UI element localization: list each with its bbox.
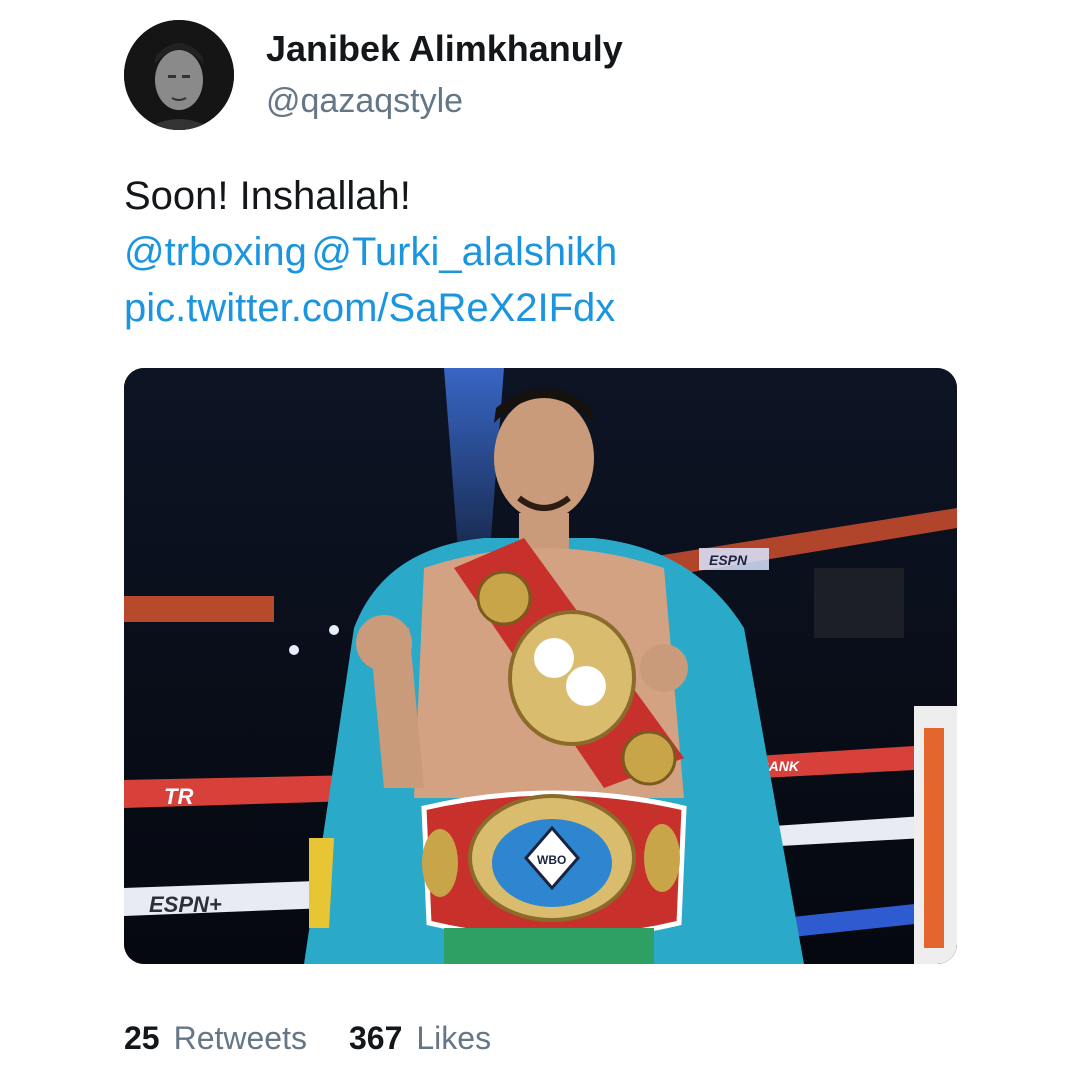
display-name[interactable]: Janibek Alimkhanuly bbox=[266, 27, 623, 71]
rope-label-tr: TR bbox=[164, 784, 193, 809]
mention-trboxing[interactable]: @trboxing bbox=[124, 230, 307, 274]
rope-label-espn: ESPN+ bbox=[149, 892, 222, 917]
rope-label-espn-back: ESPN bbox=[709, 552, 748, 568]
likes-count: 367 bbox=[348, 1020, 403, 1056]
tweet-text: Soon! Inshallah! bbox=[124, 174, 411, 218]
retweets-count: 25 bbox=[124, 1020, 160, 1056]
profile-photo-icon bbox=[124, 20, 234, 130]
boxer-with-championship-belts-photo-icon: TR ESPN+ TOPRANK ESPN bbox=[124, 368, 957, 964]
retweets-label: Retweets bbox=[173, 1020, 307, 1056]
tweet-body: Soon! Inshallah! @trboxing @Turki_alalsh… bbox=[124, 168, 984, 336]
author-names: Janibek Alimkhanuly @qazaqstyle bbox=[266, 27, 623, 123]
media-link[interactable]: pic.twitter.com/SaReX2IFdx bbox=[124, 280, 984, 336]
avatar[interactable] bbox=[124, 20, 234, 130]
handle[interactable]: @qazaqstyle bbox=[266, 79, 623, 123]
retweets-stat[interactable]: 25 Retweets bbox=[124, 1020, 307, 1057]
mentions-line: @trboxing @Turki_alalshikh bbox=[124, 224, 984, 280]
tweet-header: Janibek Alimkhanuly @qazaqstyle bbox=[124, 20, 623, 130]
tweet-stats: 25 Retweets 367 Likes bbox=[124, 1020, 533, 1057]
belt-label: WBO bbox=[537, 853, 566, 867]
likes-label: Likes bbox=[416, 1020, 492, 1056]
tweet-media[interactable]: TR ESPN+ TOPRANK ESPN bbox=[124, 368, 957, 964]
likes-stat[interactable]: 367 Likes bbox=[349, 1020, 491, 1057]
mention-turki[interactable]: @Turki_alalshikh bbox=[311, 230, 617, 274]
